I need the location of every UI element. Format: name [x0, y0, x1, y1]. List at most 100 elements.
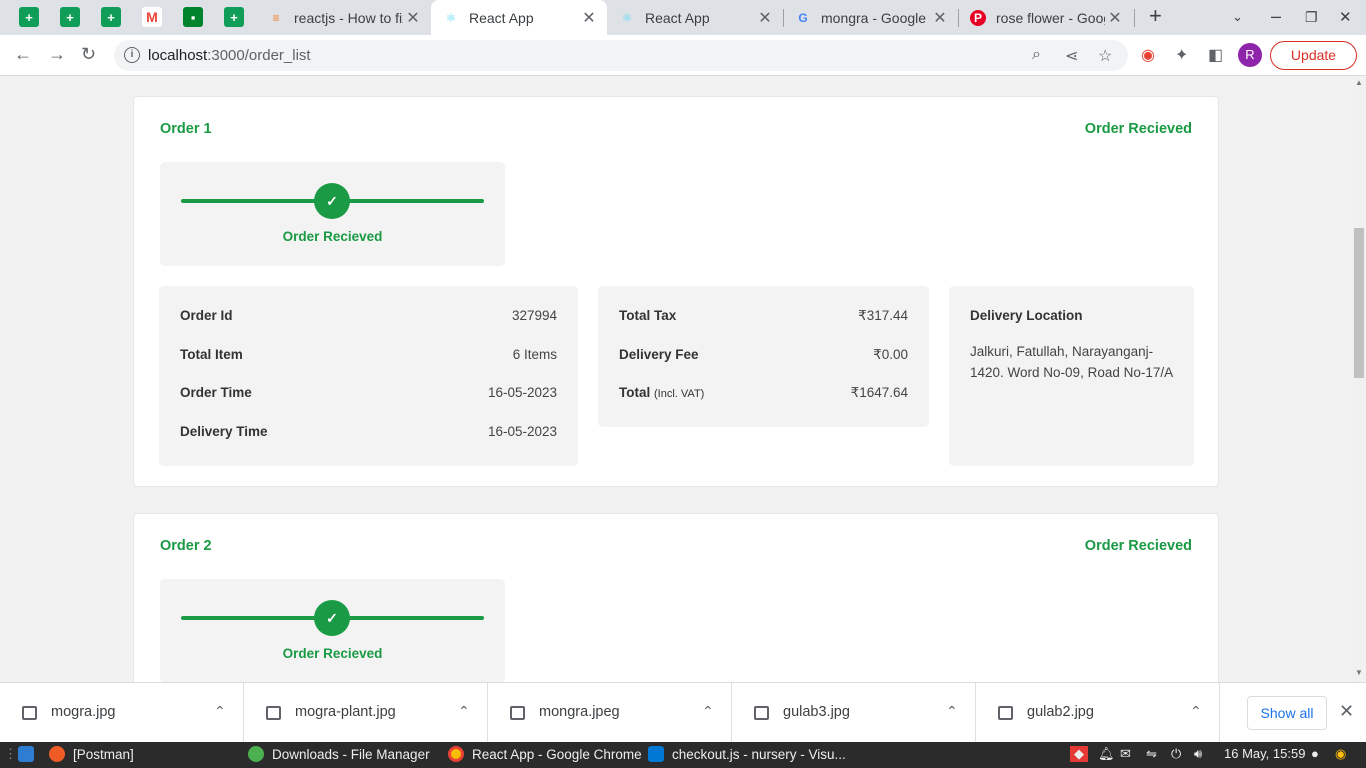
tray-status-icon[interactable]: ●	[1311, 746, 1319, 761]
zoom-magnifier-icon[interactable]: ⌕	[1032, 46, 1041, 64]
task-label: Downloads - File Manager	[272, 746, 430, 762]
close-window-icon[interactable]: ✕	[1339, 8, 1352, 26]
tab-title: React App	[645, 9, 710, 26]
total-item-row: Total Item 6 Items	[180, 347, 557, 362]
restore-window-icon[interactable]: ❐	[1305, 9, 1318, 26]
minimize-window-icon[interactable]: –	[1271, 6, 1281, 27]
share-icon[interactable]: ⋖	[1065, 46, 1078, 66]
google-sheets-pinned-tab-icon[interactable]: +	[101, 7, 121, 27]
download-filename: mogra.jpg	[51, 704, 116, 720]
network-icon[interactable]: ⇋	[1146, 746, 1157, 762]
browser-tab[interactable]: P rose flower - Goog ✕	[958, 0, 1133, 35]
url-text[interactable]: localhost:3000/order_list	[148, 47, 311, 64]
download-filename: gulab3.jpg	[783, 704, 850, 720]
chevron-up-icon[interactable]: ⌃	[214, 703, 226, 720]
taskbar-task[interactable]: React App - Google Chrome	[448, 746, 642, 762]
taskbar-task[interactable]: Downloads - File Manager	[248, 746, 430, 762]
back-arrow-icon[interactable]: ←	[14, 44, 32, 65]
download-item[interactable]: gulab2.jpg ⌃	[976, 683, 1220, 743]
taskbar-task[interactable]: [Postman]	[49, 746, 134, 762]
scrollbar-thumb[interactable]	[1354, 228, 1364, 378]
download-item[interactable]: gulab3.jpg ⌃	[732, 683, 976, 743]
chrome-tray-icon[interactable]: ◉	[1335, 746, 1346, 762]
tab-search-chevron-icon[interactable]: ⌄	[1232, 9, 1243, 25]
browser-tab[interactable]: ≡ reactjs - How to fix ✕	[256, 0, 431, 35]
taskbar-task[interactable]: checkout.js - nursery - Visu...	[648, 746, 846, 762]
total-tax-row: Total Tax ₹317.44	[619, 308, 908, 324]
color-extension-icon[interactable]: ◉	[1141, 45, 1155, 65]
google-sheets-pinned-tab-icon[interactable]: +	[60, 7, 80, 27]
stackoverflow-icon: ≡	[272, 10, 280, 25]
power-icon[interactable]: ⏻	[1171, 746, 1181, 762]
browser-tab-active[interactable]: ⚛ React App ✕	[431, 0, 607, 35]
google-sheets-pinned-tab-icon[interactable]: +	[224, 7, 244, 27]
delivery-time-label: Delivery Time	[180, 424, 268, 439]
delivery-fee-value: ₹0.00	[873, 347, 908, 362]
total-tax-label: Total Tax	[619, 308, 677, 323]
order-progress: ✓ Order Recieved	[160, 579, 505, 682]
scroll-down-arrow-icon[interactable]: ▼	[1355, 668, 1363, 677]
show-all-button[interactable]: Show all	[1247, 696, 1327, 730]
vat-note: (Incl. VAT)	[654, 388, 705, 400]
close-downloads-icon[interactable]: ✕	[1339, 701, 1354, 722]
order-card: Order 1 Order Recieved ✓ Order Recieved …	[133, 96, 1219, 487]
page-scrollbar[interactable]: ▲ ▼	[1352, 76, 1366, 682]
download-item[interactable]: mogra-plant.jpg ⌃	[244, 683, 488, 743]
google-icon: G	[798, 10, 808, 25]
task-label: React App - Google Chrome	[472, 746, 642, 762]
site-info-icon[interactable]: i	[124, 47, 140, 63]
delivery-time-row: Delivery Time 16-05-2023	[180, 424, 557, 439]
react-icon: ⚛	[621, 10, 633, 25]
close-tab-icon[interactable]: ✕	[403, 8, 423, 28]
browser-tab[interactable]: ⚛ React App ✕	[607, 0, 783, 35]
update-button[interactable]: Update	[1270, 41, 1357, 70]
download-item[interactable]: mongra.jpeg ⌃	[488, 683, 732, 743]
google-sheets-pinned-tab-icon[interactable]: +	[19, 7, 39, 27]
tab-strip: + + + M ▪ + ≡ reactjs - How to fix ✕ ⚛ R…	[0, 0, 1366, 35]
google-chat-pinned-tab-icon[interactable]: ▪	[183, 7, 203, 27]
side-panel-icon[interactable]: ◧	[1208, 45, 1223, 65]
profile-avatar[interactable]: R	[1238, 43, 1262, 67]
grand-total-row: Total (Incl. VAT) ₹1647.64	[619, 385, 908, 401]
order-time-row: Order Time 16-05-2023	[180, 385, 557, 400]
close-tab-icon[interactable]: ✕	[930, 8, 950, 28]
chevron-up-icon[interactable]: ⌃	[946, 703, 958, 720]
mail-icon[interactable]: ✉	[1120, 746, 1131, 762]
chevron-up-icon[interactable]: ⌃	[702, 703, 714, 720]
delivery-fee-label: Delivery Fee	[619, 347, 699, 362]
whisker-menu-icon[interactable]	[18, 746, 42, 762]
scroll-up-arrow-icon[interactable]: ▲	[1355, 78, 1363, 87]
clock[interactable]: 16 May, 15:59	[1224, 746, 1305, 761]
chevron-up-icon[interactable]: ⌃	[458, 703, 470, 720]
order-id-value: 327994	[511, 308, 557, 323]
close-tab-icon[interactable]: ✕	[755, 8, 775, 28]
reload-icon[interactable]: ↻	[81, 44, 96, 65]
forward-arrow-icon[interactable]: →	[48, 44, 66, 65]
new-tab-plus-icon[interactable]: +	[1149, 3, 1162, 29]
volume-icon[interactable]: 🔊︎	[1194, 746, 1202, 762]
tab-separator	[1134, 9, 1135, 27]
download-item[interactable]: mogra.jpg ⌃	[0, 683, 244, 743]
address-bar[interactable]: i localhost:3000/order_list ⌕ ⋖ ☆	[114, 40, 1128, 71]
progress-label: Order Recieved	[282, 646, 383, 661]
bookmark-star-icon[interactable]: ☆	[1098, 46, 1112, 66]
delivery-address: Jalkuri, Fatullah, Narayanganj-1420. Wor…	[970, 344, 1174, 380]
extensions-puzzle-icon[interactable]: ✦	[1175, 45, 1188, 65]
browser-tab[interactable]: G mongra - Google S ✕	[783, 0, 958, 35]
order-details-panel: Order Id 327994 Total Item 6 Items Order…	[159, 286, 578, 466]
tab-title: rose flower - Goog	[996, 9, 1105, 26]
chevron-up-icon[interactable]: ⌃	[1190, 703, 1202, 720]
order-progress: ✓ Order Recieved	[160, 162, 505, 266]
delivery-time-value: 16-05-2023	[487, 424, 557, 439]
order-totals-panel: Total Tax ₹317.44 Delivery Fee ₹0.00 Tot…	[598, 286, 929, 427]
close-tab-icon[interactable]: ✕	[579, 8, 599, 28]
tray-app-icon[interactable]: ◆	[1070, 746, 1088, 762]
url-path: :3000/order_list	[207, 47, 311, 64]
notification-bell-icon[interactable]: 🔔︎	[1098, 746, 1115, 762]
download-icon	[248, 746, 264, 762]
tab-title: mongra - Google S	[821, 9, 930, 26]
browser-toolbar: ← → ↻ i localhost:3000/order_list ⌕ ⋖ ☆ …	[0, 35, 1366, 76]
close-tab-icon[interactable]: ✕	[1105, 8, 1125, 28]
gmail-pinned-tab-icon[interactable]: M	[142, 7, 162, 27]
order-time-label: Order Time	[180, 385, 252, 400]
